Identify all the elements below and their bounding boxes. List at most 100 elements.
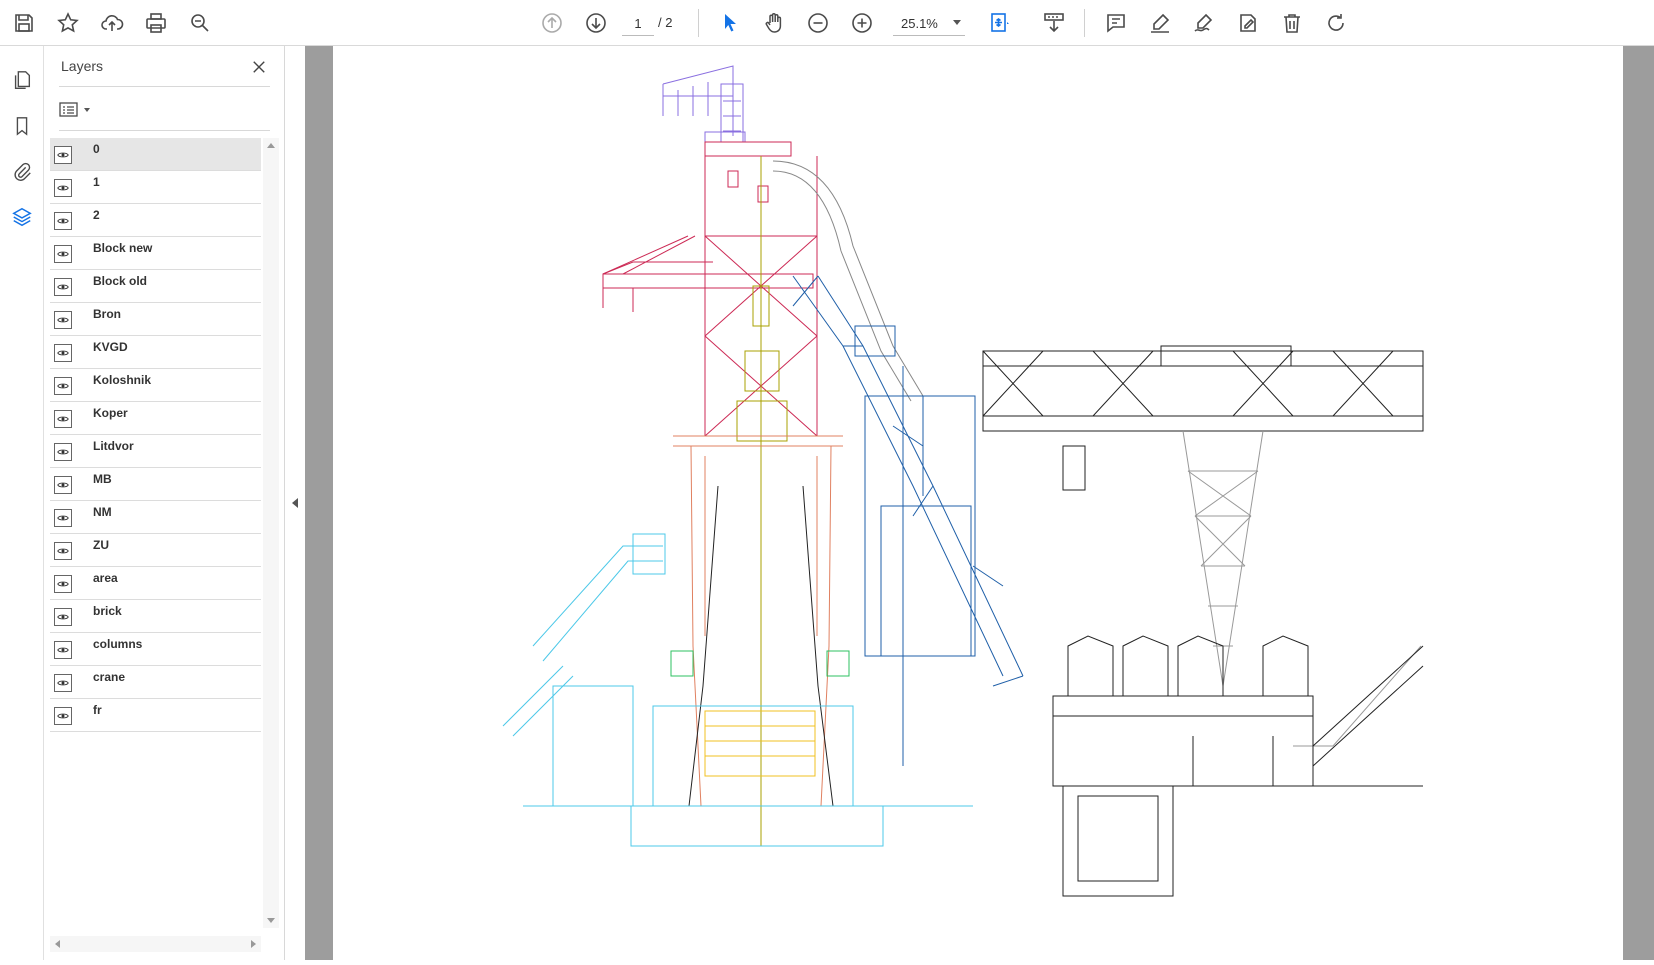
download-doc-icon[interactable] bbox=[1038, 7, 1070, 39]
zoom-in-icon[interactable] bbox=[846, 7, 878, 39]
layer-row[interactable]: brick bbox=[50, 600, 261, 633]
collapse-panel-icon[interactable] bbox=[292, 498, 298, 508]
eye-icon[interactable] bbox=[54, 278, 72, 296]
toolbar-divider bbox=[1084, 9, 1085, 37]
layer-name: Block old bbox=[93, 274, 148, 288]
layer-row[interactable]: crane bbox=[50, 666, 261, 699]
comment-icon[interactable] bbox=[1100, 7, 1132, 39]
layer-row[interactable]: 0 bbox=[50, 138, 261, 171]
cad-drawing bbox=[502, 65, 1424, 897]
main-toolbar: / 2 25.1% bbox=[0, 0, 1654, 46]
layer-row[interactable]: NM bbox=[50, 501, 261, 534]
fill-sign-icon[interactable] bbox=[1232, 7, 1264, 39]
layer-name: 1 bbox=[93, 175, 100, 189]
scroll-up-icon[interactable] bbox=[267, 143, 275, 148]
layer-name: 0 bbox=[93, 142, 100, 156]
layer-row[interactable]: Koper bbox=[50, 402, 261, 435]
layer-row[interactable]: MB bbox=[50, 468, 261, 501]
hearth bbox=[704, 710, 816, 777]
draw-signature-icon[interactable] bbox=[1188, 7, 1220, 39]
layer-row[interactable]: fr bbox=[50, 699, 261, 732]
layer-name: ZU bbox=[93, 538, 109, 552]
layer-row[interactable]: 1 bbox=[50, 171, 261, 204]
page-total: / 2 bbox=[658, 15, 673, 30]
rotate-icon[interactable] bbox=[1320, 7, 1352, 39]
scroll-down-icon[interactable] bbox=[267, 918, 275, 923]
eye-icon[interactable] bbox=[54, 542, 72, 560]
layer-name: MB bbox=[93, 472, 112, 486]
next-page-icon[interactable] bbox=[580, 7, 612, 39]
pdf-page[interactable] bbox=[333, 46, 1623, 960]
layer-name: Bron bbox=[93, 307, 121, 321]
layer-row[interactable]: ZU bbox=[50, 534, 261, 567]
hand-tool-icon[interactable] bbox=[758, 7, 790, 39]
eye-icon[interactable] bbox=[54, 212, 72, 230]
tuyere bbox=[670, 650, 850, 677]
layer-name: fr bbox=[93, 703, 102, 717]
print-icon[interactable] bbox=[140, 7, 172, 39]
bunker-section bbox=[1052, 635, 1424, 897]
layers-vertical-scrollbar[interactable] bbox=[263, 138, 279, 928]
layer-name: Koloshnik bbox=[93, 373, 152, 387]
eye-icon[interactable] bbox=[54, 146, 72, 164]
layers-horizontal-scrollbar[interactable] bbox=[50, 936, 261, 952]
layer-row[interactable]: columns bbox=[50, 633, 261, 666]
previous-page-icon[interactable] bbox=[536, 7, 568, 39]
eye-icon[interactable] bbox=[54, 641, 72, 659]
chevron-down-icon bbox=[84, 108, 90, 112]
layer-row[interactable]: Block new bbox=[50, 237, 261, 270]
star-icon[interactable] bbox=[52, 7, 84, 39]
document-viewer[interactable] bbox=[305, 46, 1654, 960]
scroll-right-icon[interactable] bbox=[251, 940, 256, 948]
cloud-upload-icon[interactable] bbox=[96, 7, 128, 39]
delete-icon[interactable] bbox=[1276, 7, 1308, 39]
page-fit-icon[interactable] bbox=[984, 7, 1016, 39]
eye-icon[interactable] bbox=[54, 377, 72, 395]
eye-icon[interactable] bbox=[54, 443, 72, 461]
scroll-left-icon[interactable] bbox=[55, 940, 60, 948]
eye-icon[interactable] bbox=[54, 575, 72, 593]
attachment-icon[interactable] bbox=[8, 158, 36, 186]
layers-icon[interactable] bbox=[8, 203, 36, 231]
chevron-down-icon bbox=[953, 20, 961, 25]
layer-name: Block new bbox=[93, 241, 153, 255]
toolbar-divider bbox=[698, 9, 699, 37]
layer-options-button[interactable] bbox=[59, 98, 99, 122]
layer-row[interactable]: Block old bbox=[50, 270, 261, 303]
page-thumbnails-icon[interactable] bbox=[8, 66, 36, 94]
eye-icon[interactable] bbox=[54, 476, 72, 494]
layer-row[interactable]: Litdvor bbox=[50, 435, 261, 468]
eye-icon[interactable] bbox=[54, 311, 72, 329]
zoom-level-dropdown[interactable]: 25.1% bbox=[893, 12, 965, 36]
zoom-out-icon[interactable] bbox=[802, 7, 834, 39]
page-number-input[interactable] bbox=[622, 12, 654, 36]
layer-row[interactable]: KVGD bbox=[50, 336, 261, 369]
layer-row[interactable]: area bbox=[50, 567, 261, 600]
top-structure bbox=[602, 141, 818, 437]
layer-row[interactable]: 2 bbox=[50, 204, 261, 237]
panel-collapse-handle bbox=[285, 46, 305, 960]
find-zoom-icon[interactable] bbox=[184, 7, 216, 39]
layer-row[interactable]: Koloshnik bbox=[50, 369, 261, 402]
layers-list: 0 1 2 Block new Block old Bron KVGD Koloshnik Ko… bbox=[50, 138, 261, 732]
crane-structure bbox=[662, 65, 746, 143]
save-icon[interactable] bbox=[8, 7, 40, 39]
eye-icon[interactable] bbox=[54, 245, 72, 263]
list-options-icon bbox=[59, 102, 78, 117]
bookmark-icon[interactable] bbox=[8, 112, 36, 140]
eye-icon[interactable] bbox=[54, 674, 72, 692]
zoom-level-value: 25.1% bbox=[901, 16, 938, 31]
layer-name: columns bbox=[93, 637, 143, 651]
eye-icon[interactable] bbox=[54, 179, 72, 197]
select-tool-icon[interactable] bbox=[714, 7, 746, 39]
highlight-pen-icon[interactable] bbox=[1144, 7, 1176, 39]
eye-icon[interactable] bbox=[54, 344, 72, 362]
eye-icon[interactable] bbox=[54, 509, 72, 527]
eye-icon[interactable] bbox=[54, 608, 72, 626]
layer-name: 2 bbox=[93, 208, 100, 222]
eye-icon[interactable] bbox=[54, 410, 72, 428]
layer-name: Litdvor bbox=[93, 439, 134, 453]
layer-row[interactable]: Bron bbox=[50, 303, 261, 336]
close-icon[interactable] bbox=[248, 56, 270, 78]
eye-icon[interactable] bbox=[54, 707, 72, 725]
